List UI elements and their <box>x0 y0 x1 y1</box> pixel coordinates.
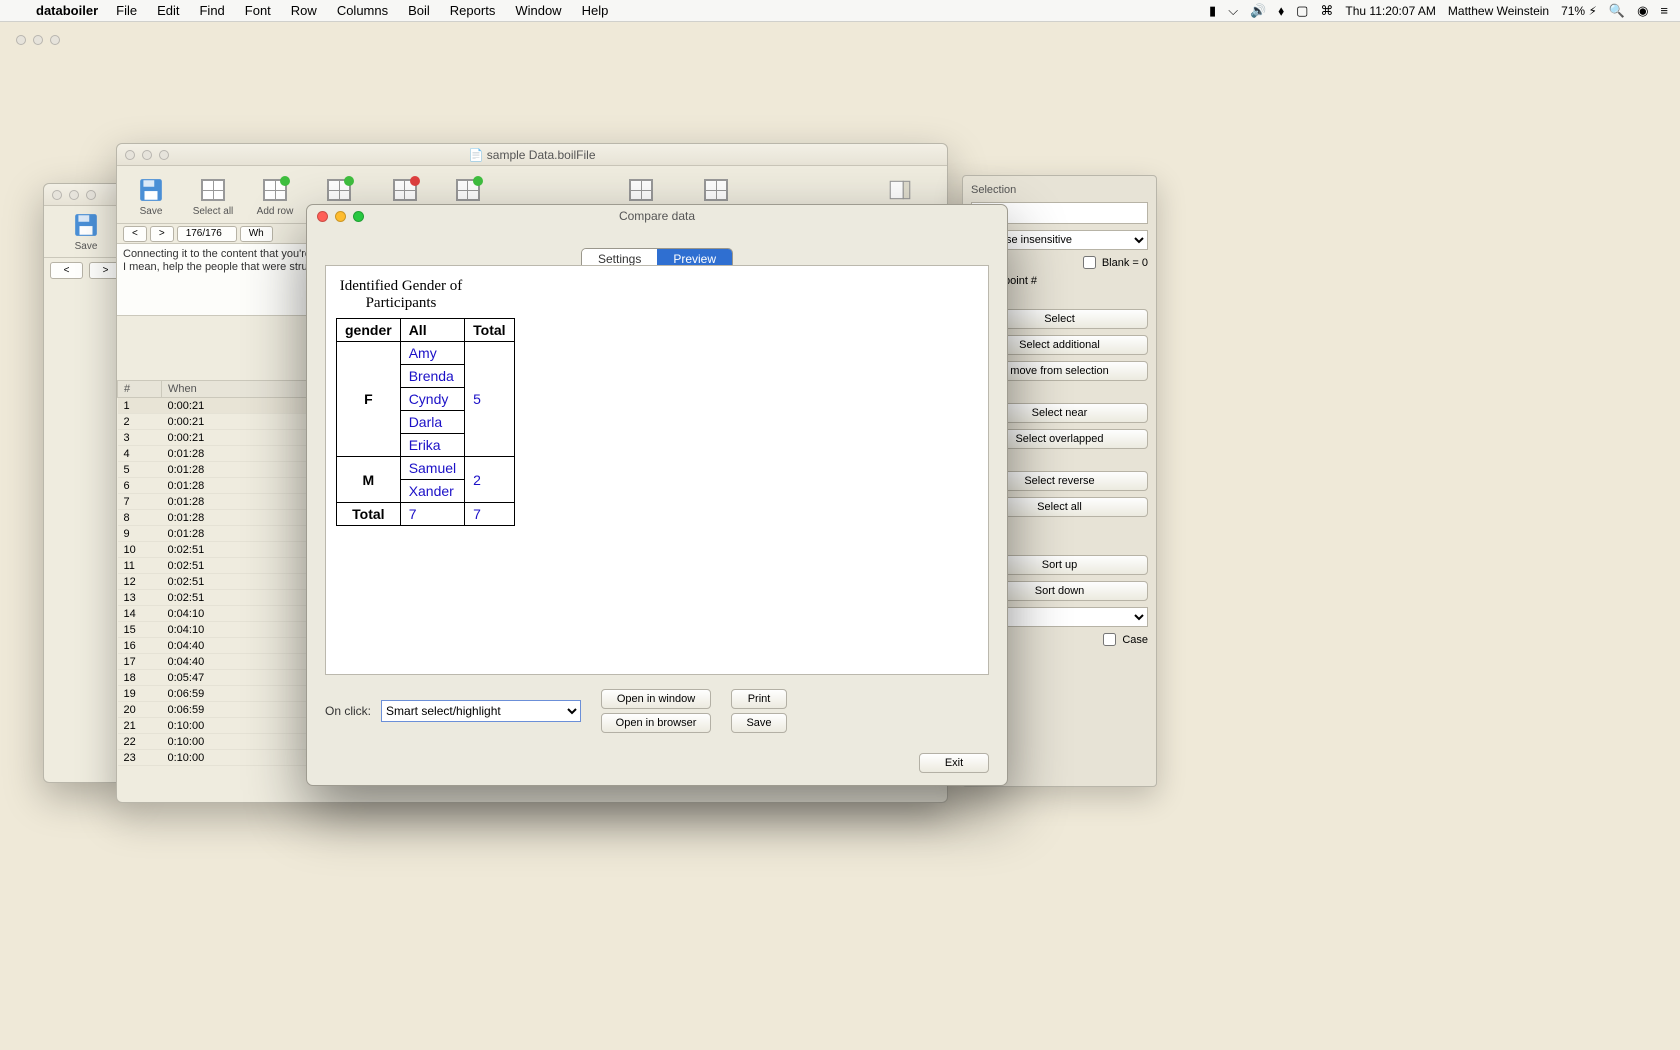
add-row-label: Add row <box>257 206 294 217</box>
display-icon[interactable]: ▢ <box>1296 3 1308 19</box>
add-row-button[interactable]: Add row <box>251 176 299 217</box>
name-link[interactable]: Amy <box>400 342 464 365</box>
doc-icon: 📄 <box>468 148 483 162</box>
menubar-battery[interactable]: 71% ⚡︎ <box>1561 4 1597 18</box>
when-column-chip[interactable]: Wh <box>240 226 273 242</box>
name-link[interactable]: Samuel <box>400 457 464 480</box>
dialog-title: Compare data <box>307 209 1007 223</box>
onclick-select[interactable]: Smart select/highlight <box>381 700 581 722</box>
minimize-icon[interactable] <box>69 190 79 200</box>
grid-minus-icon <box>389 176 421 204</box>
menu-reports[interactable]: Reports <box>440 3 506 18</box>
case-label: Case <box>1122 634 1148 646</box>
menu-columns[interactable]: Columns <box>327 3 398 18</box>
grid-plus-icon <box>323 176 355 204</box>
dropbox-icon[interactable]: ⬧ <box>1278 3 1284 19</box>
name-link[interactable]: Darla <box>400 411 464 434</box>
grid-cascade-icon <box>452 176 484 204</box>
menubar-user[interactable]: Matthew Weinstein <box>1448 4 1549 18</box>
drawer-icon <box>884 176 916 204</box>
print-button[interactable]: Print <box>731 689 787 709</box>
export-icon <box>700 176 732 204</box>
next-row-button[interactable]: > <box>150 226 174 242</box>
save-label: Save <box>140 206 163 217</box>
total-total: 7 <box>465 503 514 526</box>
volume-icon[interactable]: 🔊 <box>1250 3 1266 19</box>
menu-row[interactable]: Row <box>281 3 327 18</box>
m-total: 2 <box>465 457 514 503</box>
total-all: 7 <box>400 503 464 526</box>
save-button[interactable]: Save <box>127 176 175 217</box>
f-total: 5 <box>465 342 514 457</box>
select-all-label: Select all <box>193 206 234 217</box>
table-caption: Identified Gender of Participants <box>336 278 466 312</box>
open-in-window-button[interactable]: Open in window <box>601 689 711 709</box>
label-f: F <box>337 342 401 457</box>
grid-icon <box>197 176 229 204</box>
menu-font[interactable]: Font <box>235 3 281 18</box>
exit-button[interactable]: Exit <box>919 753 989 773</box>
save-label: Save <box>75 241 98 252</box>
menu-window[interactable]: Window <box>505 3 571 18</box>
name-link[interactable]: Erika <box>400 434 464 457</box>
menu-boil[interactable]: Boil <box>398 3 440 18</box>
notification-center-icon[interactable]: ≡ <box>1660 3 1668 18</box>
blank-zero-label: Blank = 0 <box>1102 257 1148 269</box>
save-button[interactable]: Save <box>62 211 110 252</box>
th-gender: gender <box>337 319 401 342</box>
col-header-index[interactable]: # <box>118 381 162 398</box>
save-button[interactable]: Save <box>731 713 787 733</box>
wifi-icon[interactable]: ⌵ <box>1228 3 1238 19</box>
name-link[interactable]: Brenda <box>400 365 464 388</box>
floppy-icon <box>70 211 102 239</box>
facetime-icon[interactable]: ▮ <box>1209 3 1216 19</box>
select-all-button[interactable]: Select all <box>189 176 237 217</box>
th-total: Total <box>465 319 514 342</box>
open-in-browser-button[interactable]: Open in browser <box>601 713 711 733</box>
data-window-titlebar[interactable]: 📄 sample Data.boilFile <box>117 144 947 166</box>
label-m: M <box>337 457 401 503</box>
th-all: All <box>400 319 464 342</box>
case-checkbox[interactable] <box>1103 633 1116 646</box>
spotlight-icon[interactable]: 🔍 <box>1609 3 1625 19</box>
siri-icon[interactable]: ◉ <box>1637 3 1648 19</box>
menu-file[interactable]: File <box>106 3 147 18</box>
floppy-icon <box>135 176 167 204</box>
compare-data-dialog: Compare data Settings Preview Identified… <box>306 204 1008 786</box>
preview-pane[interactable]: Identified Gender of Participants gender… <box>325 265 989 675</box>
name-link[interactable]: Xander <box>400 480 464 503</box>
onclick-label: On click: <box>325 704 371 718</box>
compare-icon <box>625 176 657 204</box>
grid-plus-icon <box>259 176 291 204</box>
prev-record-button[interactable]: < <box>50 262 83 279</box>
menu-find[interactable]: Find <box>189 3 234 18</box>
menu-help[interactable]: Help <box>572 3 619 18</box>
background-window-dots <box>0 24 76 56</box>
menubar-clock[interactable]: Thu 11:20:07 AM <box>1345 4 1436 18</box>
row-position: 176/176 <box>177 226 237 242</box>
drawer-title: Selection <box>971 184 1148 196</box>
zoom-icon[interactable] <box>86 190 96 200</box>
close-icon[interactable] <box>52 190 62 200</box>
bluetooth-icon[interactable]: ⌘ <box>1320 3 1333 19</box>
app-name[interactable]: databoiler <box>28 3 106 18</box>
window-title: sample Data.boilFile <box>487 148 596 162</box>
menubar: databoiler File Edit Find Font Row Colum… <box>0 0 1680 22</box>
name-link[interactable]: Cyndy <box>400 388 464 411</box>
menu-edit[interactable]: Edit <box>147 3 189 18</box>
gender-table: gender All Total F Amy 5 Brenda Cyndy Da… <box>336 318 515 526</box>
prev-row-button[interactable]: < <box>123 226 147 242</box>
blank-zero-checkbox[interactable] <box>1083 256 1096 269</box>
label-total: Total <box>337 503 401 526</box>
